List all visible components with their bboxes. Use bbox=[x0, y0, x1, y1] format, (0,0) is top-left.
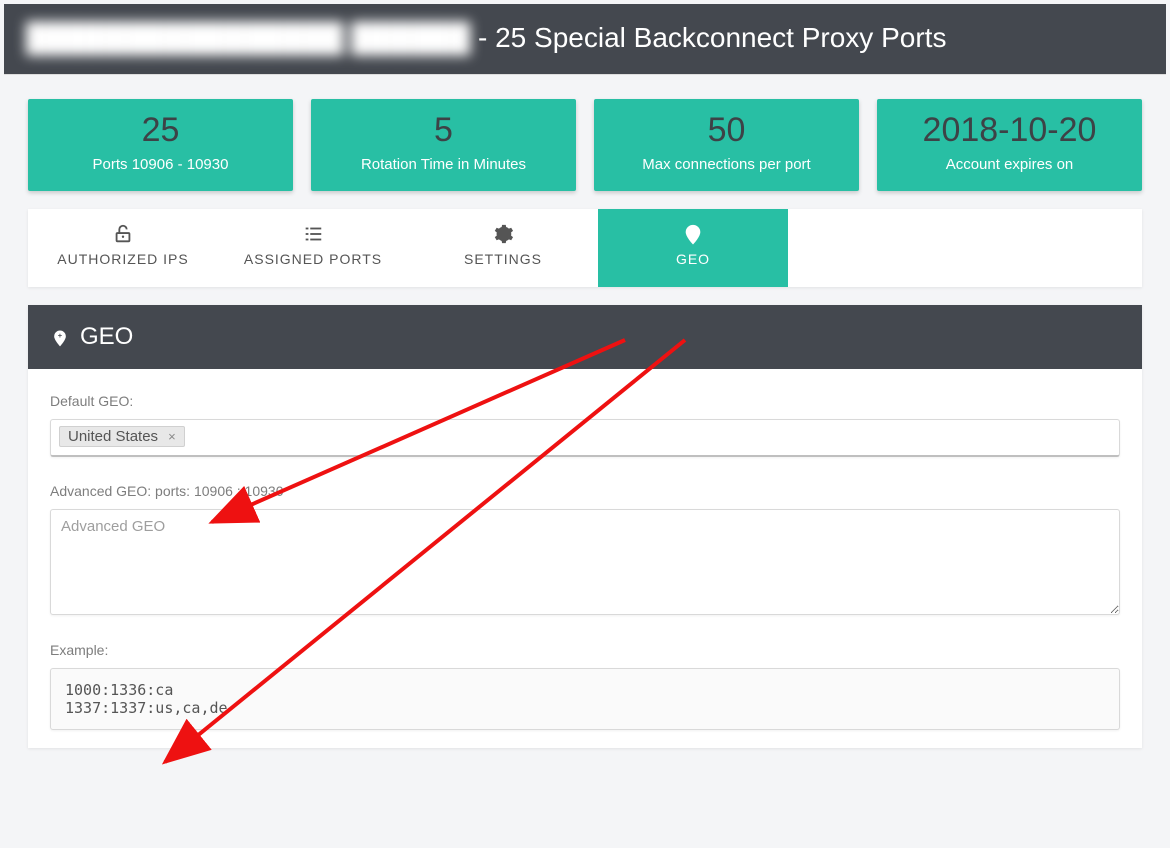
tabs: AUTHORIZED IPS ASSIGNED PORTS SETTINGS +… bbox=[28, 209, 1142, 287]
tab-label: AUTHORIZED IPS bbox=[57, 251, 188, 267]
example-label: Example: bbox=[50, 642, 1120, 658]
page-header-hidden: ████████████████ ██████ bbox=[26, 22, 470, 54]
stat-value: 2018-10-20 bbox=[885, 111, 1134, 150]
gear-icon bbox=[412, 223, 594, 245]
stat-value: 25 bbox=[36, 111, 285, 150]
list-icon bbox=[222, 223, 404, 245]
page-header-title: - 25 Special Backconnect Proxy Ports bbox=[470, 22, 946, 53]
stats-row: 25 Ports 10906 - 10930 5 Rotation Time i… bbox=[4, 75, 1166, 209]
tab-settings[interactable]: SETTINGS bbox=[408, 209, 598, 287]
geo-chip-text: United States bbox=[68, 428, 158, 445]
geo-panel-title: GEO bbox=[80, 323, 133, 351]
stat-card-maxconn: 50 Max connections per port bbox=[594, 99, 859, 191]
stat-card-expires: 2018-10-20 Account expires on bbox=[877, 99, 1142, 191]
example-box: 1000:1336:ca 1337:1337:us,ca,de bbox=[50, 668, 1120, 730]
tab-label: SETTINGS bbox=[464, 251, 542, 267]
stat-value: 5 bbox=[319, 111, 568, 150]
tab-authorized-ips[interactable]: AUTHORIZED IPS bbox=[28, 209, 218, 287]
advanced-geo-label: Advanced GEO: ports: 10906 : 10930 bbox=[50, 483, 1120, 499]
close-icon[interactable]: × bbox=[164, 429, 180, 444]
default-geo-label: Default GEO: bbox=[50, 393, 1120, 409]
stat-card-rotation: 5 Rotation Time in Minutes bbox=[311, 99, 576, 191]
stat-label: Max connections per port bbox=[602, 156, 851, 173]
page-header: ████████████████ ██████ - 25 Special Bac… bbox=[4, 4, 1166, 75]
lock-open-icon bbox=[32, 223, 214, 245]
stat-label: Ports 10906 - 10930 bbox=[36, 156, 285, 173]
pin-icon: + bbox=[602, 223, 784, 245]
stat-label: Rotation Time in Minutes bbox=[319, 156, 568, 173]
geo-chip[interactable]: United States × bbox=[59, 426, 185, 447]
advanced-geo-textarea[interactable] bbox=[50, 509, 1120, 615]
geo-panel-header: + GEO bbox=[28, 305, 1142, 369]
tab-assigned-ports[interactable]: ASSIGNED PORTS bbox=[218, 209, 408, 287]
pin-icon: + bbox=[50, 323, 70, 351]
tab-label: ASSIGNED PORTS bbox=[244, 251, 382, 267]
tab-geo[interactable]: + GEO bbox=[598, 209, 788, 287]
geo-panel-body: Default GEO: United States × Advanced GE… bbox=[28, 369, 1142, 748]
geo-panel: + GEO Default GEO: United States × Advan… bbox=[28, 305, 1142, 748]
stat-card-ports: 25 Ports 10906 - 10930 bbox=[28, 99, 293, 191]
stat-value: 50 bbox=[602, 111, 851, 150]
default-geo-input[interactable]: United States × bbox=[50, 419, 1120, 457]
stat-label: Account expires on bbox=[885, 156, 1134, 173]
svg-text:+: + bbox=[58, 331, 63, 340]
tab-label: GEO bbox=[676, 251, 710, 267]
svg-text:+: + bbox=[691, 227, 696, 236]
